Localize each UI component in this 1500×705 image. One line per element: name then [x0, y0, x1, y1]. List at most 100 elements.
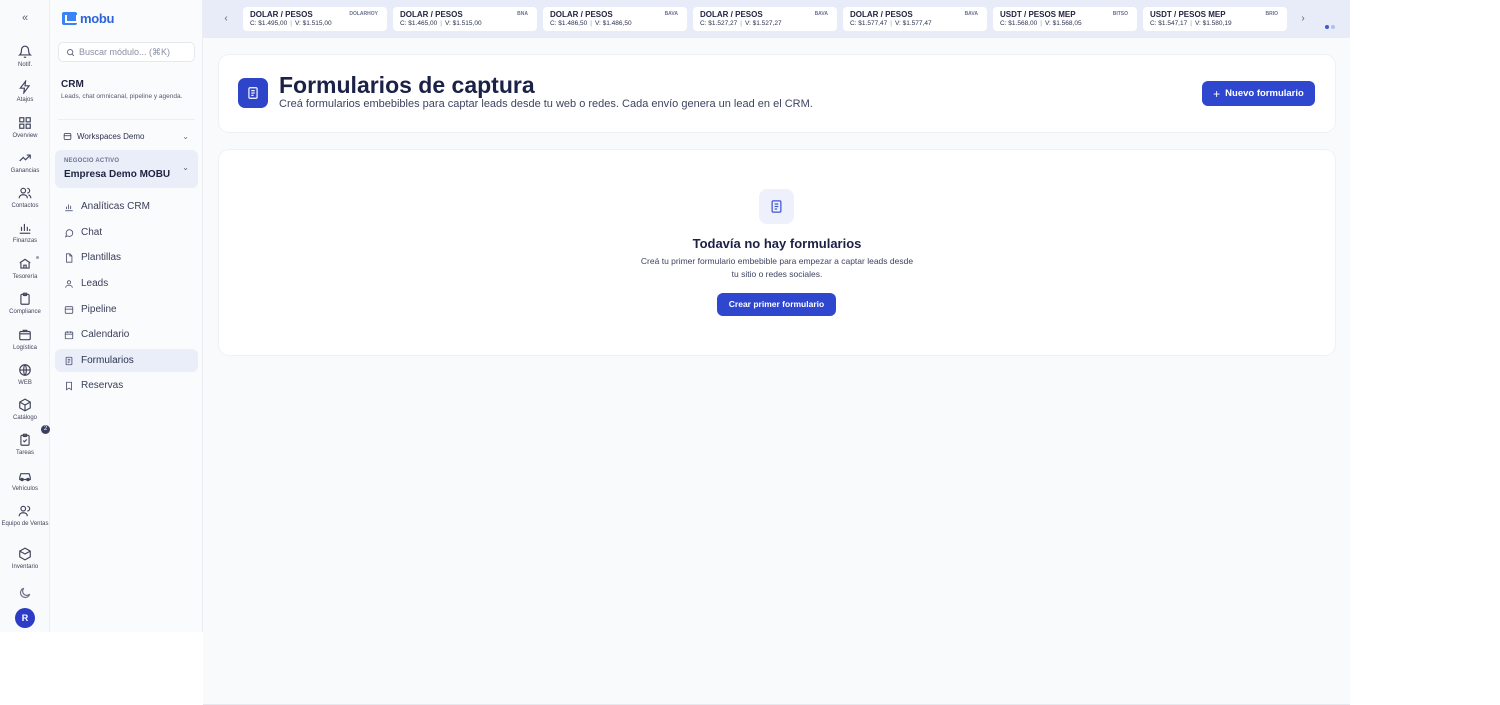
rate-card[interactable]: DOLAR / PESOS BAVA C: $1.577,47 | V: $1.57…: [843, 7, 987, 31]
rail-item-logistica[interactable]: Logística: [0, 328, 50, 352]
nav-label: Formularios: [81, 355, 134, 366]
globe-icon: [19, 364, 31, 376]
rail-item-catalogo[interactable]: Catálogo: [0, 398, 50, 422]
rail-label: Inventario: [11, 564, 39, 570]
module-sidebar: mobu Buscar módulo... (⌘K) CRM Leads, ch…: [50, 0, 203, 632]
rate-buy: C: $1.486,50: [550, 20, 588, 27]
module-title: CRM: [61, 79, 84, 90]
chevron-right-icon[interactable]: ›: [1296, 12, 1310, 26]
nav-label: Pipeline: [81, 304, 117, 315]
module-search-input[interactable]: Buscar módulo... (⌘K): [58, 42, 195, 62]
rail-item-overview[interactable]: Overview: [0, 116, 50, 140]
rail-item-vehiculos[interactable]: Vehículos: [0, 469, 50, 493]
nav-item-reservas[interactable]: Reservas: [55, 374, 198, 397]
form-icon: [759, 189, 794, 224]
team-icon: [18, 505, 31, 517]
rail-label: Contactos: [11, 203, 39, 209]
carousel-dots[interactable]: [1325, 16, 1337, 34]
rate-values: C: $1.465,00 | V: $1.515,00: [400, 20, 482, 27]
rail-label: Logística: [12, 345, 37, 351]
collapse-icon[interactable]: «: [18, 11, 32, 25]
clipboard-check-icon: [20, 433, 30, 446]
rate-sell: V: $1.515,00: [444, 20, 482, 27]
avatar[interactable]: R: [15, 608, 35, 628]
rate-sell: V: $1.568,05: [1044, 20, 1082, 27]
rate-card[interactable]: USDT / PESOS MEP BRIO C: $1.547,17 | V: $1…: [1143, 7, 1287, 31]
rate-source: BAVA: [964, 11, 978, 17]
rail-item-contactos[interactable]: Contactos: [0, 186, 50, 210]
rail-item-equipo-ventas[interactable]: Equipo de Ventas: [0, 504, 50, 528]
nav-item-analiticas-crm[interactable]: Analíticas CRM: [55, 195, 198, 218]
rate-values: C: $1.547,17 | V: $1.580,19: [1150, 20, 1232, 27]
rail-item-tesoreria[interactable]: Tesorería: [0, 257, 50, 281]
rate-values: C: $1.527,27 | V: $1.527,27: [700, 20, 782, 27]
rate-buy: C: $1.568,00: [1000, 20, 1038, 27]
page-header: Formularios de captura Creá formularios …: [219, 55, 1335, 132]
clipboard-icon: [20, 292, 30, 305]
rate-sell: V: $1.486,50: [594, 20, 632, 27]
nav-item-pipeline[interactable]: Pipeline: [55, 298, 198, 321]
cube-icon: [19, 547, 31, 561]
rate-title: DOLAR / PESOS: [400, 10, 463, 19]
rail-label: Vehículos: [11, 486, 39, 492]
workspace-selector[interactable]: Workspaces Demo ⌄: [63, 130, 189, 142]
new-form-button[interactable]: + Nuevo formulario: [1202, 81, 1315, 106]
rate-sell: V: $1.515,00: [294, 20, 332, 27]
bookmark-icon: [66, 381, 72, 391]
rate-title: DOLAR / PESOS: [850, 10, 913, 19]
chat-icon: [64, 228, 74, 237]
rail-label: Ganancias: [10, 168, 40, 174]
workspace-label: Workspaces Demo: [77, 131, 145, 141]
rail-item-web[interactable]: WEB: [0, 363, 50, 387]
chevron-left-icon[interactable]: ‹: [219, 12, 233, 26]
file-icon: [66, 252, 73, 263]
search-placeholder: Buscar módulo... (⌘K): [79, 46, 171, 57]
rail-label: Catálogo: [12, 415, 38, 421]
nav-item-chat[interactable]: Chat: [55, 221, 198, 244]
rail-item-compliance[interactable]: Compliance: [0, 292, 50, 316]
car-icon: [19, 473, 31, 482]
rate-buy: C: $1.465,00: [400, 20, 438, 27]
rate-card[interactable]: USDT / PESOS MEP BITSO C: $1.568,00 | V: $…: [993, 7, 1137, 31]
nav-item-formularios[interactable]: Formularios: [55, 349, 198, 372]
rail-item-notif[interactable]: Notif.: [0, 45, 50, 69]
business-name: Empresa Demo MOBU: [64, 169, 171, 180]
logo-text: mobu: [80, 10, 115, 26]
rate-card[interactable]: DOLAR / PESOS BAVA C: $1.527,27 | V: $1.52…: [693, 7, 837, 31]
rate-source: DOLARHOY: [349, 11, 378, 17]
rail-item-inventario[interactable]: Inventario: [0, 547, 50, 571]
logo[interactable]: mobu: [62, 10, 114, 26]
rail-item-finanzas[interactable]: Finanzas: [0, 221, 50, 245]
create-first-form-button[interactable]: Crear primer formulario: [717, 293, 836, 316]
nav-label: Calendario: [81, 329, 130, 340]
rate-sell: V: $1.577,47: [894, 20, 932, 27]
rate-card[interactable]: DOLAR / PESOS BNA C: $1.465,00 | V: $1.515…: [393, 7, 537, 31]
active-business-selector[interactable]: NEGOCIO ACTIVO Empresa Demo MOBU ⌄: [55, 150, 198, 188]
rail-label: Compliance: [9, 309, 41, 315]
rail-item-tareas[interactable]: Tareas: [0, 433, 50, 457]
rate-title: DOLAR / PESOS: [250, 10, 313, 19]
rail-label: Atajos: [16, 97, 34, 103]
logo-mark-icon: [62, 11, 78, 25]
rate-card[interactable]: DOLAR / PESOS BAVA C: $1.486,50 | V: $1.48…: [543, 7, 687, 31]
rail-label: Notif.: [17, 62, 32, 68]
rail-item-ganancias[interactable]: Ganancias: [0, 151, 50, 175]
app-rail: « Notif. Atajos Overview Ganancias Conta…: [0, 0, 50, 632]
rate-title: USDT / PESOS MEP: [1000, 10, 1076, 19]
main-content: Formularios de captura Creá formularios …: [203, 38, 1350, 705]
moon-icon[interactable]: [18, 586, 32, 600]
nav-item-calendario[interactable]: Calendario: [55, 323, 198, 346]
rate-buy: C: $1.495,00: [250, 20, 288, 27]
bar-chart-icon: [19, 223, 31, 234]
rate-source: BITSO: [1112, 11, 1128, 17]
business-caption: NEGOCIO ACTIVO: [64, 158, 120, 164]
search-icon: [67, 48, 75, 56]
chevron-down-icon: ⌄: [182, 131, 189, 141]
users-icon: [18, 187, 32, 199]
calendar-icon: [64, 330, 74, 339]
rate-card[interactable]: DOLAR / PESOS DOLARHOY C: $1.495,00 | V: $…: [243, 7, 387, 31]
divider: [58, 119, 195, 120]
rail-item-atajos[interactable]: Atajos: [0, 80, 50, 104]
nav-item-plantillas[interactable]: Plantillas: [55, 246, 198, 269]
nav-item-leads[interactable]: Leads: [55, 272, 198, 295]
